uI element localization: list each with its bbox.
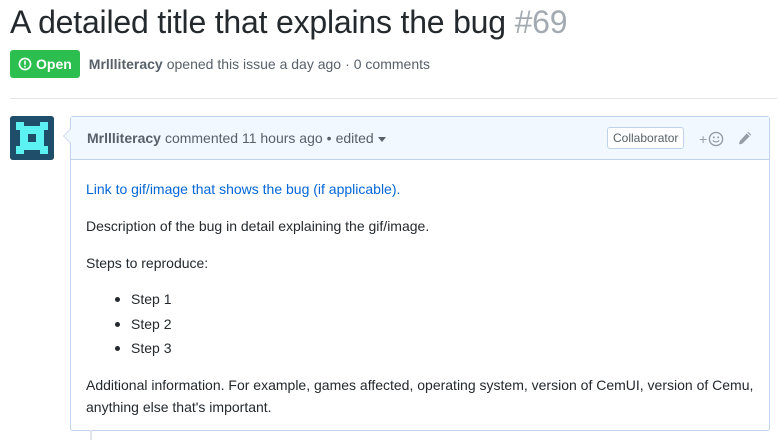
timeline-connector — [90, 430, 92, 440]
issue-author-link[interactable]: Mrllliteracy — [89, 56, 163, 72]
issue-opened-icon — [18, 57, 32, 71]
state-badge: Open — [10, 50, 80, 78]
comments-count: 0 comments — [353, 56, 430, 72]
meta-separator: · — [345, 56, 350, 72]
bug-description: Description of the bug in detail explain… — [86, 218, 430, 234]
issue-title: A detailed title that explains the bug #… — [10, 4, 568, 41]
collaborator-badge: Collaborator — [607, 127, 685, 149]
list-item: Step 3 — [86, 336, 754, 361]
reaction-plus: + — [699, 131, 708, 147]
issue-meta: Open Mrllliteracy opened this issue a da… — [10, 50, 430, 78]
identicon-avatar — [10, 116, 54, 160]
comment-author-link[interactable]: Mrllliteracy — [87, 130, 161, 146]
steps-list: Step 1 Step 2 Step 3 — [86, 287, 754, 361]
comment-timestamp[interactable]: commented 11 hours ago — [165, 130, 323, 146]
add-reaction-button[interactable]: + — [699, 129, 724, 149]
comment-header: Mrllliteracy commented 11 hours ago • ed… — [71, 117, 769, 160]
issue-title-text: A detailed title that explains the bug — [10, 4, 506, 40]
edited-dropdown[interactable]: edited — [336, 130, 386, 146]
list-item: Step 2 — [86, 312, 754, 337]
list-item: Step 1 — [86, 287, 754, 312]
additional-info: Additional information. For example, gam… — [86, 376, 754, 415]
smiley-icon — [708, 131, 724, 147]
edited-label: edited — [335, 130, 374, 146]
bug-media-link[interactable]: Link to gif/image that shows the bug (if… — [86, 181, 400, 197]
steps-heading: Steps to reproduce: — [86, 255, 209, 271]
edit-comment-button[interactable] — [737, 130, 753, 146]
avatar[interactable] — [10, 116, 54, 160]
pencil-icon — [739, 131, 752, 145]
issue-number: #69 — [514, 4, 568, 40]
chevron-down-icon — [377, 136, 386, 142]
comment-bullet: • — [326, 130, 332, 146]
state-label: Open — [36, 56, 72, 72]
header-divider — [10, 98, 777, 99]
opened-text: opened this issue a day ago — [166, 56, 342, 72]
comment-body: Link to gif/image that shows the bug (if… — [71, 160, 769, 418]
comment-box: Mrllliteracy commented 11 hours ago • ed… — [63, 116, 770, 431]
